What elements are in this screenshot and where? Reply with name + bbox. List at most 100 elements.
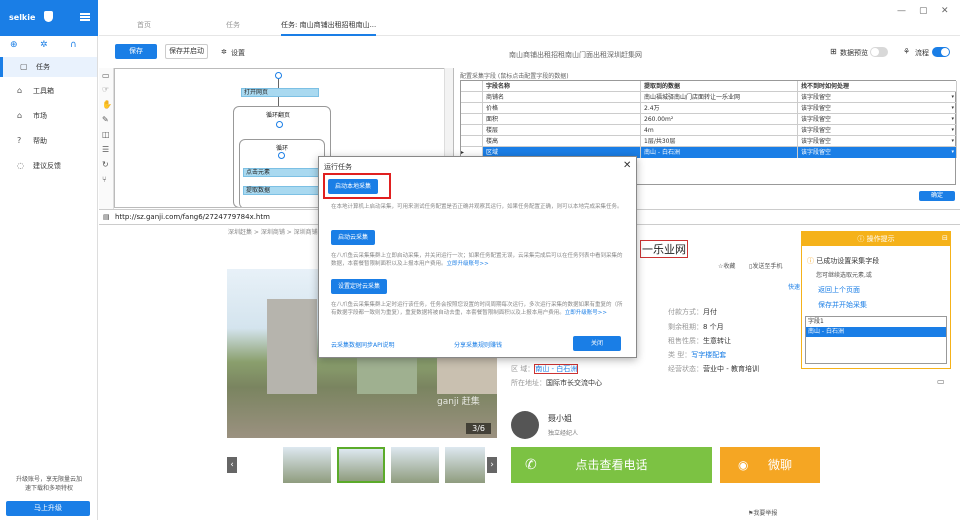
flow-start-node [275,72,282,79]
thumbnail[interactable] [283,447,331,483]
success-icon: ⓘ [807,257,817,265]
click-element-node[interactable]: 点击元素 [243,168,319,177]
browser-icon[interactable]: ▭ [102,71,110,80]
save-start-link[interactable]: 保存并开始采集 [818,300,867,310]
table-row[interactable]: 价格 2.4万 该字段留空 ▾ [461,103,957,114]
flow-label: 流程 [915,49,929,57]
cell-rule[interactable]: 该字段留空 ▾ [798,92,957,103]
toolbox-icon: ⌂ [17,86,23,95]
branch-icon[interactable]: ⑂ [102,175,107,184]
list-header: 字段1 [808,318,824,325]
save-start-button[interactable]: 保存并启动 [165,44,208,59]
sidebar-item-label: 建议反馈 [33,162,61,170]
sidebar-item-task[interactable]: ▢ 任务 [0,57,97,77]
operation-hint-panel: ⓘ 操作提示 ⊟ ⓘ 已成功设置采集字段 您可继续选取元素,或 返回上个页面 保… [801,231,951,369]
header-extracted: 提取到的数据 [641,81,798,92]
cell-rule[interactable]: 该字段留空 ▾ [798,103,957,114]
settings-label[interactable]: 设置 [231,48,245,58]
share-rule-link[interactable]: 分享采集规则赚钱 [454,340,502,349]
close-button[interactable]: 关闭 [573,336,621,351]
sidebar-item-feedback[interactable]: ◌ 建议反馈 [0,156,97,176]
table-row[interactable]: 楼高 1层/共30层 该字段留空 ▾ [461,136,957,147]
chevron-down-icon: ▾ [951,105,954,111]
chevron-right-icon[interactable]: › [487,457,497,473]
cell-field[interactable]: 商铺名 [483,92,641,103]
breadcrumb[interactable]: 深圳赶集 > 深圳商铺 > 深圳商铺... [228,227,323,236]
flow-node [276,121,283,128]
cell-rule[interactable]: 该字段留空 ▾ [798,125,957,136]
loop-icon[interactable]: ↻ [102,160,109,169]
cell-field[interactable]: 楼层 [483,125,641,136]
add-circle-icon[interactable]: ⊕ [10,40,18,50]
cell-field[interactable]: 楼高 [483,136,641,147]
hint-success: ⓘ 已成功设置采集字段 [807,257,880,265]
back-page-link[interactable]: 返回上个页面 [818,285,860,295]
timer-cloud-button[interactable]: 设置定时云采集 [331,279,388,294]
hand-icon[interactable]: ✋ [102,100,112,109]
cell-field[interactable]: 面积 [483,114,641,125]
gear-icon[interactable]: ✲ [40,40,48,50]
headset-icon[interactable]: ∩ [70,40,77,50]
tab-current-task[interactable]: 任务: 南山商铺出租招租南山... [281,20,377,36]
cell-value: 260.00m² [641,114,798,125]
cell-value: 1层/共30层 [641,136,798,147]
table-header: 字段名称 提取到的数据 找不到时如何处理 [461,81,957,92]
list-item[interactable]: 南山 - 白石洲 [806,327,946,337]
save-button[interactable]: 保存 [115,44,157,59]
close-icon[interactable]: ✕ [623,160,631,171]
thumbnail[interactable] [391,447,439,483]
collapse-icon[interactable]: ⊟ [942,234,948,242]
loop-page-box[interactable]: 循环翻页 循环 点击元素 提取数据 [233,106,331,207]
flow-toggle[interactable] [932,47,950,57]
edit-icon[interactable]: ✎ [102,115,109,124]
thumbnail[interactable] [445,447,485,483]
url-text[interactable]: http://sz.ganji.com/fang6/2724779784x.ht… [115,213,270,221]
maximize-icon[interactable]: ▢ [919,6,928,16]
tab-home[interactable]: 首页 [137,20,151,30]
cell-value: 南山福城驿南山门店面转让一乐业网 [641,92,798,103]
sidebar-item-help[interactable]: ? 帮助 [0,131,97,151]
flow-icon: ⚘ [903,47,911,56]
hamburger-menu-icon[interactable] [80,13,90,21]
cell-rule[interactable]: 该字段留空 ▾ [798,147,957,158]
loop-box[interactable]: 循环 点击元素 提取数据 [239,139,325,207]
cell-rule[interactable]: 该字段留空 ▾ [798,136,957,147]
start-cloud-button[interactable]: 启动云采集 [331,230,376,245]
favorite-link[interactable]: ☆收藏 [718,261,735,270]
upgrade-link[interactable]: 立即升级账号>> [565,310,607,316]
data-preview-toggle[interactable] [870,47,888,57]
table-row[interactable]: 商铺名 南山福城驿南山门店面转让一乐业网 该字段留空 ▾ [461,92,957,103]
settings-gear-icon[interactable]: ✲ [221,48,227,56]
listing-headline[interactable]: 一乐业网 [640,240,688,258]
avatar [511,411,539,439]
click-icon[interactable]: ☞ [102,85,109,94]
minimize-icon[interactable]: — [897,6,906,16]
upgrade-link[interactable]: 立即升级账号>> [447,261,489,267]
chevron-left-icon[interactable]: ‹ [227,457,237,473]
cell-rule[interactable]: 该字段留空 ▾ [798,114,957,125]
send-phone-link[interactable]: ▯发送至手机 [749,261,782,270]
report-link[interactable]: ⚑我要举报 [748,508,777,517]
thumbnail-selected[interactable] [337,447,385,483]
chat-button[interactable]: ◉ 微聊 [720,447,820,483]
screen-icon[interactable]: ▭ [937,377,945,386]
tab-task-list[interactable]: 任务 [226,20,240,30]
sidebar-item-market[interactable]: ⌂ 市场 [0,106,97,126]
district-row: 区 域：南山 - 白石洲 [511,364,579,374]
cell-field[interactable]: 价格 [483,103,641,114]
sidebar-item-toolbox[interactable]: ⌂ 工具箱 [0,81,97,101]
quick-link[interactable]: 快速 [788,282,800,291]
call-button[interactable]: ✆ 点击查看电话 [511,447,712,483]
table-row[interactable]: 楼层 4m 该字段留空 ▾ [461,125,957,136]
shield-icon[interactable] [44,11,53,22]
extract-data-node[interactable]: 提取数据 [243,186,319,195]
open-page-node[interactable]: 打开网页 [241,88,319,97]
comment-icon[interactable]: ◫ [102,130,110,139]
list-icon[interactable]: ☰ [102,145,109,154]
table-row[interactable]: 面积 260.00m² 该字段留空 ▾ [461,114,957,125]
upgrade-button[interactable]: 马上升级 [6,501,90,516]
api-doc-link[interactable]: 云采集数据同步API说明 [331,340,395,349]
close-icon[interactable]: ✕ [941,6,949,16]
confirm-button[interactable]: 确定 [919,191,955,201]
flow-arrow [278,97,279,106]
